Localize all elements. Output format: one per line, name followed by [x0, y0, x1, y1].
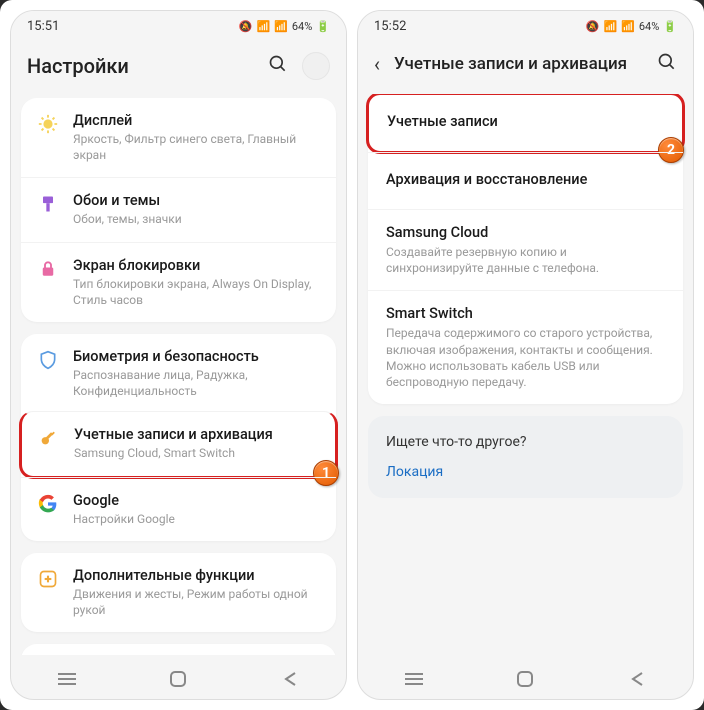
signal-icon: 📶 [621, 20, 635, 33]
nav-bar [358, 655, 693, 699]
search-button[interactable] [268, 54, 288, 78]
row-title: Биометрия и безопасность [73, 348, 320, 365]
wifi-icon: 📶 [256, 20, 270, 33]
info-link-location[interactable]: Локация [386, 464, 665, 480]
wifi-icon: 📶 [603, 20, 617, 33]
row-title: Учетные записи и архивация [74, 426, 319, 443]
settings-group: Дополнительные функции Движения и жесты,… [21, 553, 336, 632]
settings-item-biometrics[interactable]: Биометрия и безопасность Распознавание л… [21, 334, 336, 413]
page-title: Учетные записи и архивация [394, 54, 643, 74]
status-right: 🔕 📶 📶 64% 🔋 [239, 19, 330, 34]
status-bar: 15:51 🔕 📶 📶 64% 🔋 [11, 11, 346, 38]
battery-icon: 🔋 [663, 20, 677, 33]
mute-icon: 🔕 [239, 20, 253, 33]
row-text: Биометрия и безопасность Распознавание л… [73, 348, 320, 399]
row-text: Учетные записи и архивация Samsung Cloud… [74, 426, 319, 461]
row-title: Дополнительные функции [73, 567, 320, 584]
status-bar: 15:52 🔕 📶 📶 64% 🔋 [358, 11, 693, 38]
row-text: Дисплей Яркость, Фильтр синего света, Гл… [73, 112, 320, 163]
status-time: 15:52 [374, 19, 406, 34]
display-icon [37, 113, 59, 135]
home-button[interactable] [168, 669, 188, 689]
settings-group: Дисплей Яркость, Фильтр синего света, Гл… [21, 98, 336, 322]
mute-icon: 🔕 [586, 20, 600, 33]
row-title: Экран блокировки [73, 257, 320, 274]
row-subtitle: Создавайте резервную копию и синхронизир… [386, 244, 665, 276]
nav-bar [11, 655, 346, 699]
battery-text: 64% [292, 20, 312, 33]
settings-list[interactable]: Дисплей Яркость, Фильтр синего света, Гл… [11, 98, 346, 655]
settings-group: Биометрия и безопасность Распознавание л… [21, 334, 336, 541]
row-title: Smart Switch [386, 305, 665, 322]
settings-item-google[interactable]: Google Настройки Google [21, 477, 336, 541]
back-arrow-button[interactable]: ‹ [374, 52, 380, 76]
row-subtitle: Обои, темы, значки [73, 211, 320, 227]
shield-icon [37, 349, 59, 371]
looking-for-card: Ищете что-то другое? Локация [368, 416, 683, 498]
row-title: Дисплей [73, 112, 320, 129]
profile-avatar[interactable] [302, 52, 330, 80]
settings-item-device-care[interactable]: Обслуживание устройства Аккумулятор, хра… [21, 644, 336, 655]
battery-text: 64% [639, 20, 659, 33]
info-question: Ищете что-то другое? [386, 434, 665, 450]
item-smart-switch[interactable]: Smart Switch Передача содержимого со ста… [368, 290, 683, 404]
row-subtitle: Яркость, Фильтр синего света, Главный эк… [73, 131, 320, 163]
row-text: Обои и темы Обои, темы, значки [73, 192, 320, 227]
item-samsung-cloud[interactable]: Samsung Cloud Создавайте резервную копию… [368, 209, 683, 290]
settings-item-display[interactable]: Дисплей Яркость, Фильтр синего света, Гл… [21, 98, 336, 177]
tutorial-container: 15:51 🔕 📶 📶 64% 🔋 Настройки [0, 0, 704, 710]
row-subtitle: Распознавание лица, Радужка, Конфиденциа… [73, 367, 320, 399]
phone-right: 15:52 🔕 📶 📶 64% 🔋 ‹ Учетные записи и арх… [357, 10, 694, 700]
search-button[interactable] [657, 52, 677, 76]
item-backup-restore[interactable]: Архивация и восстановление [368, 152, 683, 209]
row-title: Google [73, 492, 320, 509]
row-title: Архивация и восстановление [386, 171, 587, 188]
recent-apps-button[interactable] [57, 669, 77, 689]
item-accounts[interactable]: Учетные записи 2 [366, 94, 685, 154]
back-button[interactable] [627, 669, 647, 689]
accounts-card: Учетные записи 2 Архивация и восстановле… [368, 94, 683, 404]
settings-item-wallpaper[interactable]: Обои и темы Обои, темы, значки [21, 177, 336, 241]
settings-item-lockscreen[interactable]: Экран блокировки Тип блокировки экрана, … [21, 242, 336, 322]
status-time: 15:51 [27, 19, 59, 34]
row-title: Обои и темы [73, 192, 320, 209]
row-text: Google Настройки Google [73, 492, 320, 527]
row-text: Дополнительные функции Движения и жесты,… [73, 567, 320, 618]
row-subtitle: Samsung Cloud, Smart Switch [74, 445, 319, 461]
row-subtitle: Движения и жесты, Режим работы одной рук… [73, 586, 320, 618]
header: Настройки [11, 38, 346, 98]
recent-apps-button[interactable] [404, 669, 424, 689]
header: ‹ Учетные записи и архивация [358, 38, 693, 94]
google-icon [37, 493, 59, 515]
brush-icon [37, 193, 59, 215]
back-button[interactable] [280, 669, 300, 689]
row-text: Экран блокировки Тип блокировки экрана, … [73, 257, 320, 308]
lock-icon [37, 258, 59, 280]
accounts-list[interactable]: Учетные записи 2 Архивация и восстановле… [358, 94, 693, 655]
phone-left: 15:51 🔕 📶 📶 64% 🔋 Настройки [10, 10, 347, 700]
row-title: Samsung Cloud [386, 224, 665, 241]
battery-icon: 🔋 [316, 20, 330, 33]
settings-group: Обслуживание устройства Аккумулятор, хра… [21, 644, 336, 655]
key-icon [38, 427, 60, 449]
settings-item-accounts[interactable]: Учетные записи и архивация Samsung Cloud… [19, 411, 338, 478]
row-subtitle: Настройки Google [73, 511, 320, 527]
row-subtitle: Передача содержимого со старого устройст… [386, 325, 665, 390]
row-title: Учетные записи [387, 113, 498, 130]
row-subtitle: Тип блокировки экрана, Always On Display… [73, 276, 320, 308]
page-title: Настройки [27, 54, 254, 78]
home-button[interactable] [515, 669, 535, 689]
settings-item-advanced-features[interactable]: Дополнительные функции Движения и жесты,… [21, 553, 336, 632]
status-right: 🔕 📶 📶 64% 🔋 [586, 19, 677, 34]
signal-icon: 📶 [274, 20, 288, 33]
plus-icon [37, 568, 59, 590]
